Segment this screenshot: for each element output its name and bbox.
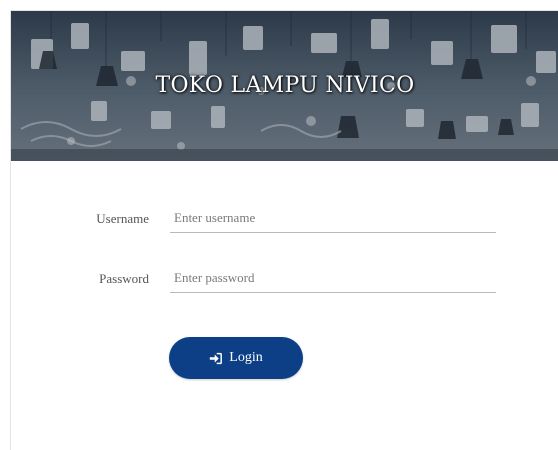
password-input[interactable] <box>170 263 496 293</box>
username-row: Username <box>11 199 558 239</box>
login-page: TOKO LAMPU NIVICO Username Password Logi… <box>0 0 558 450</box>
header-banner: TOKO LAMPU NIVICO <box>11 11 558 161</box>
password-label: Password <box>99 271 149 286</box>
login-button[interactable]: Login <box>169 337 303 379</box>
store-title: TOKO LAMPU NIVICO <box>155 73 415 98</box>
login-card: TOKO LAMPU NIVICO Username Password Logi… <box>10 10 558 450</box>
password-row: Password <box>11 259 558 299</box>
username-input[interactable] <box>170 203 496 233</box>
sign-in-icon <box>209 352 223 365</box>
login-button-label: Login <box>229 350 263 365</box>
username-label: Username <box>96 211 149 226</box>
